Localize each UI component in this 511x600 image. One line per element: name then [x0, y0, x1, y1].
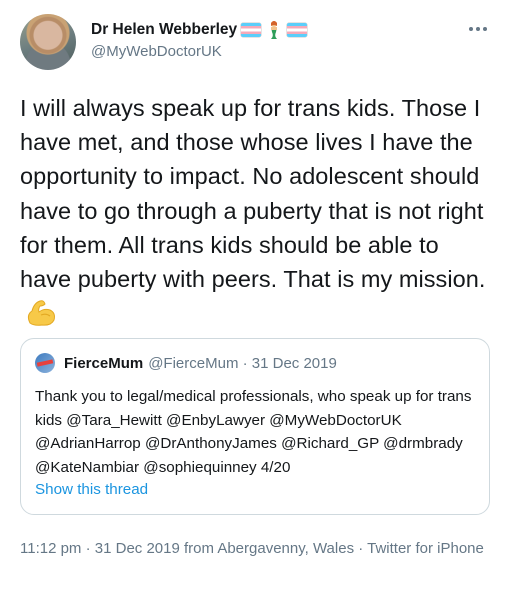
quoted-author-name[interactable]: FierceMum — [64, 355, 143, 372]
transgender-flag-icon — [241, 23, 262, 37]
dot — [469, 27, 473, 31]
quoted-author-handle-date: @FierceMum · 31 Dec 2019 — [148, 355, 337, 372]
tweet-text: I will always speak up for trans kids. T… — [20, 95, 486, 293]
dot — [483, 27, 487, 31]
flexed-biceps-icon — [24, 297, 58, 327]
quoted-tweet-header: FierceMum @FierceMum · 31 Dec 2019 — [64, 355, 337, 372]
tweet-card: Dr Helen Webberley @MyWebDoctorUK I will… — [0, 0, 511, 600]
more-options-icon[interactable] — [469, 26, 487, 32]
quoted-author-avatar[interactable] — [35, 353, 55, 373]
dot — [476, 27, 480, 31]
mermaid-icon — [265, 20, 283, 40]
author-handle[interactable]: @MyWebDoctorUK — [91, 43, 222, 60]
tweet-metadata: 11:12 pm · 31 Dec 2019 from Abergavenny,… — [20, 540, 484, 557]
author-avatar[interactable] — [20, 14, 76, 70]
tweet-text-container: I will always speak up for trans kids. T… — [20, 91, 495, 330]
author-name-row[interactable]: Dr Helen Webberley — [91, 20, 308, 40]
quoted-tweet-text: Thank you to legal/medical professionals… — [35, 388, 472, 476]
transgender-flag-icon — [287, 23, 308, 37]
quoted-tweet[interactable]: FierceMum @FierceMum · 31 Dec 2019 Thank… — [20, 338, 490, 515]
author-display-name[interactable]: Dr Helen Webberley — [91, 21, 237, 39]
show-thread-link[interactable]: Show this thread — [35, 481, 148, 498]
